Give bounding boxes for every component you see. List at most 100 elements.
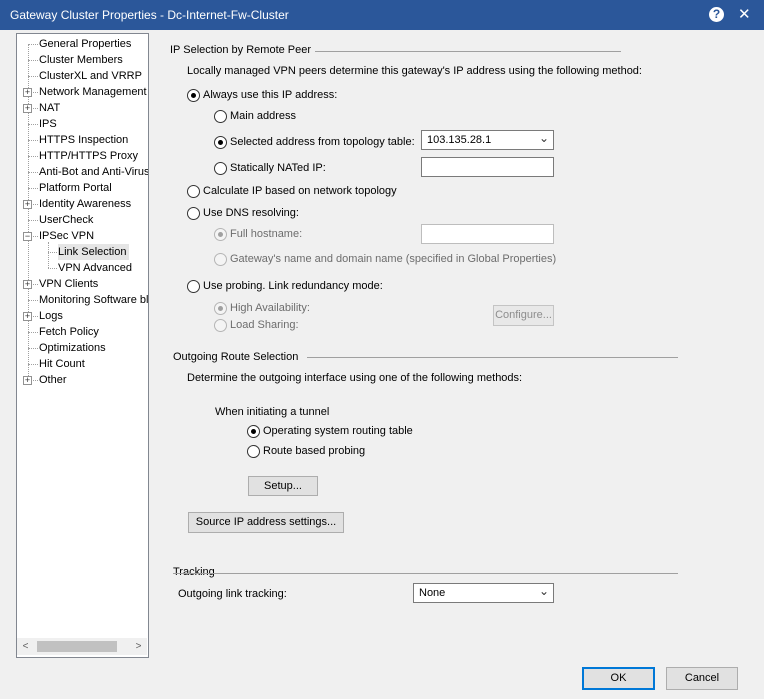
statically-nated-input[interactable] — [421, 157, 554, 177]
use-probing-label: Use probing. Link redundancy mode: — [203, 280, 383, 292]
chevron-down-icon: ⌄ — [538, 131, 549, 145]
source-ip-settings-button[interactable]: Source IP address settings... — [188, 512, 344, 533]
tree-item-other[interactable]: Other — [39, 372, 69, 388]
section-divider — [307, 357, 678, 358]
topology-address-radio[interactable] — [214, 136, 227, 149]
full-hostname-radio[interactable] — [214, 228, 227, 241]
tree-item-identity-awareness[interactable]: Identity Awareness — [39, 196, 133, 212]
os-routing-radio[interactable] — [247, 425, 260, 438]
main-address-label: Main address — [230, 110, 297, 122]
tree-item-nat[interactable]: NAT — [39, 100, 62, 116]
outgoing-link-tracking-label: Outgoing link tracking: — [178, 588, 287, 600]
always-use-radio[interactable] — [187, 89, 200, 102]
outgoing-route-header: Outgoing Route Selection — [173, 351, 299, 363]
gateway-name-radio[interactable] — [214, 253, 227, 266]
expand-icon[interactable]: + — [23, 376, 32, 385]
load-sharing-label: Load Sharing: — [230, 319, 299, 331]
tree-item-logs[interactable]: Logs — [39, 308, 65, 324]
topology-address-dropdown[interactable]: 103.135.28.1 ⌄ — [421, 130, 554, 150]
scroll-right-icon[interactable]: > — [130, 638, 147, 655]
expand-icon[interactable]: + — [23, 88, 32, 97]
full-hostname-label: Full hostname: — [230, 228, 303, 240]
tree-item-platform-portal[interactable]: Platform Portal — [39, 180, 114, 196]
section-divider — [315, 51, 621, 52]
tree-connector — [28, 44, 38, 45]
use-probing-radio[interactable] — [187, 280, 200, 293]
tree-item-ips[interactable]: IPS — [39, 116, 59, 132]
expand-icon[interactable]: + — [23, 312, 32, 321]
topology-address-label: Selected address from topology table: — [230, 136, 415, 148]
always-use-label: Always use this IP address: — [203, 89, 338, 101]
route-probing-label: Route based probing — [263, 445, 366, 457]
close-icon[interactable]: ✕ — [738, 5, 751, 23]
statically-nated-radio[interactable] — [214, 162, 227, 175]
expand-icon[interactable]: + — [23, 104, 32, 113]
tree-connector — [33, 284, 38, 285]
tree-item-vpn-clients[interactable]: VPN Clients — [39, 276, 100, 292]
route-probing-radio[interactable] — [247, 445, 260, 458]
tree-item-clusterxl-and-vrrp[interactable]: ClusterXL and VRRP — [39, 68, 144, 84]
tree-item-anti-bot-and-anti-virus[interactable]: Anti-Bot and Anti-Virus — [39, 164, 148, 180]
tree-connector — [28, 348, 38, 349]
tree-connector — [28, 332, 38, 333]
full-hostname-input[interactable] — [421, 224, 554, 244]
tree-connector — [33, 204, 38, 205]
use-dns-label: Use DNS resolving: — [203, 207, 299, 219]
setup-button[interactable]: Setup... — [248, 476, 318, 496]
tree-connector — [33, 108, 38, 109]
tree-connector — [33, 380, 38, 381]
main-address-radio[interactable] — [214, 110, 227, 123]
tree-connector — [33, 236, 38, 237]
outgoing-link-tracking-dropdown[interactable]: None ⌄ — [413, 583, 554, 603]
tree-connector — [28, 364, 38, 365]
tracking-header: Tracking — [173, 566, 215, 578]
when-initiating-label: When initiating a tunnel — [215, 406, 330, 418]
tree-item-monitoring-software-bla[interactable]: Monitoring Software bla — [39, 292, 148, 308]
outgoing-route-description: Determine the outgoing interface using o… — [187, 372, 523, 384]
scrollbar-thumb[interactable] — [37, 641, 117, 652]
tree-item-hit-count[interactable]: Hit Count — [39, 356, 87, 372]
tree-item-link-selection[interactable]: Link Selection — [58, 244, 129, 260]
tree-connector — [28, 188, 38, 189]
use-dns-radio[interactable] — [187, 207, 200, 220]
tree-item-vpn-advanced[interactable]: VPN Advanced — [58, 260, 134, 276]
tree-connector — [33, 92, 38, 93]
tree-item-general-properties[interactable]: General Properties — [39, 36, 133, 52]
tree-connector — [28, 124, 38, 125]
tree-item-http-https-proxy[interactable]: HTTP/HTTPS Proxy — [39, 148, 140, 164]
topology-address-value: 103.135.28.1 — [427, 134, 492, 146]
tree-horizontal-scrollbar[interactable]: < > — [17, 638, 147, 655]
tree-connector — [28, 60, 38, 61]
expand-icon[interactable]: + — [23, 200, 32, 209]
expand-icon[interactable]: + — [23, 280, 32, 289]
collapse-icon[interactable]: − — [23, 232, 32, 241]
tree-item-fetch-policy[interactable]: Fetch Policy — [39, 324, 101, 340]
tree-item-optimizations[interactable]: Optimizations — [39, 340, 108, 356]
tree-connector — [48, 252, 57, 253]
load-sharing-radio[interactable] — [214, 319, 227, 332]
tree-connector — [48, 268, 57, 269]
cancel-button[interactable]: Cancel — [666, 667, 738, 690]
tree-connector — [28, 300, 38, 301]
tree-connector — [28, 76, 38, 77]
navigation-tree[interactable]: General Properties Cluster Members Cluster… — [16, 33, 149, 658]
tree-item-cluster-members[interactable]: Cluster Members — [39, 52, 125, 68]
configure-button[interactable]: Configure... — [493, 305, 554, 326]
ok-button[interactable]: OK — [582, 667, 655, 690]
calculate-ip-label: Calculate IP based on network topology — [203, 185, 397, 197]
calculate-ip-radio[interactable] — [187, 185, 200, 198]
help-icon[interactable]: ? — [709, 7, 724, 22]
tree-item-https-inspection[interactable]: HTTPS Inspection — [39, 132, 130, 148]
tree-item-usercheck[interactable]: UserCheck — [39, 212, 95, 228]
gateway-name-label: Gateway's name and domain name (specifie… — [230, 253, 557, 265]
tree-connector — [28, 220, 38, 221]
ip-selection-description: Locally managed VPN peers determine this… — [187, 65, 642, 77]
tree-item-network-management[interactable]: Network Management — [39, 84, 148, 100]
high-availability-radio[interactable] — [214, 302, 227, 315]
scroll-left-icon[interactable]: < — [17, 638, 34, 655]
section-divider — [173, 573, 678, 574]
chevron-down-icon: ⌄ — [538, 584, 549, 598]
tree-connector — [33, 316, 38, 317]
tree-connector — [28, 172, 38, 173]
statically-nated-label: Statically NATed IP: — [230, 162, 326, 174]
